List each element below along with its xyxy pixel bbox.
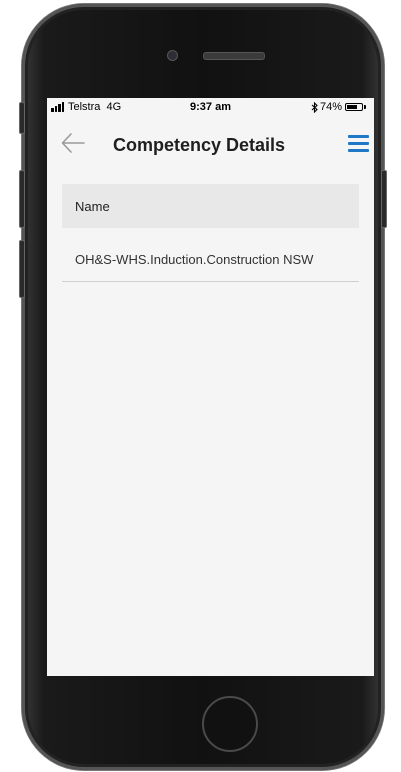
- page-title: Competency Details: [113, 135, 286, 155]
- back-arrow-icon[interactable]: [60, 132, 86, 154]
- app-screen: Telstra 4G 9:37 am 74% Competency Detail…: [47, 98, 374, 676]
- power-button: [381, 170, 387, 228]
- hamburger-menu-icon[interactable]: [348, 135, 369, 152]
- bluetooth-icon: [311, 102, 318, 113]
- column-header-name: Name: [75, 199, 110, 214]
- volume-up-button: [19, 170, 25, 228]
- navigation-bar: Competency Details: [47, 116, 374, 172]
- earpiece-speaker: [203, 52, 265, 60]
- battery-level: [347, 105, 358, 109]
- mute-switch: [19, 102, 25, 134]
- battery-icon: [345, 103, 363, 111]
- table-row[interactable]: OH&S-WHS.Induction.Construction NSW: [62, 238, 359, 282]
- table-header: Name: [62, 184, 359, 228]
- battery-percent: 74%: [320, 101, 343, 113]
- battery-tip: [364, 105, 366, 109]
- front-camera: [167, 50, 178, 61]
- home-button[interactable]: [202, 696, 258, 752]
- status-bar: Telstra 4G 9:37 am 74%: [47, 98, 374, 116]
- volume-down-button: [19, 240, 25, 298]
- competency-name: OH&S-WHS.Induction.Construction NSW: [75, 252, 314, 267]
